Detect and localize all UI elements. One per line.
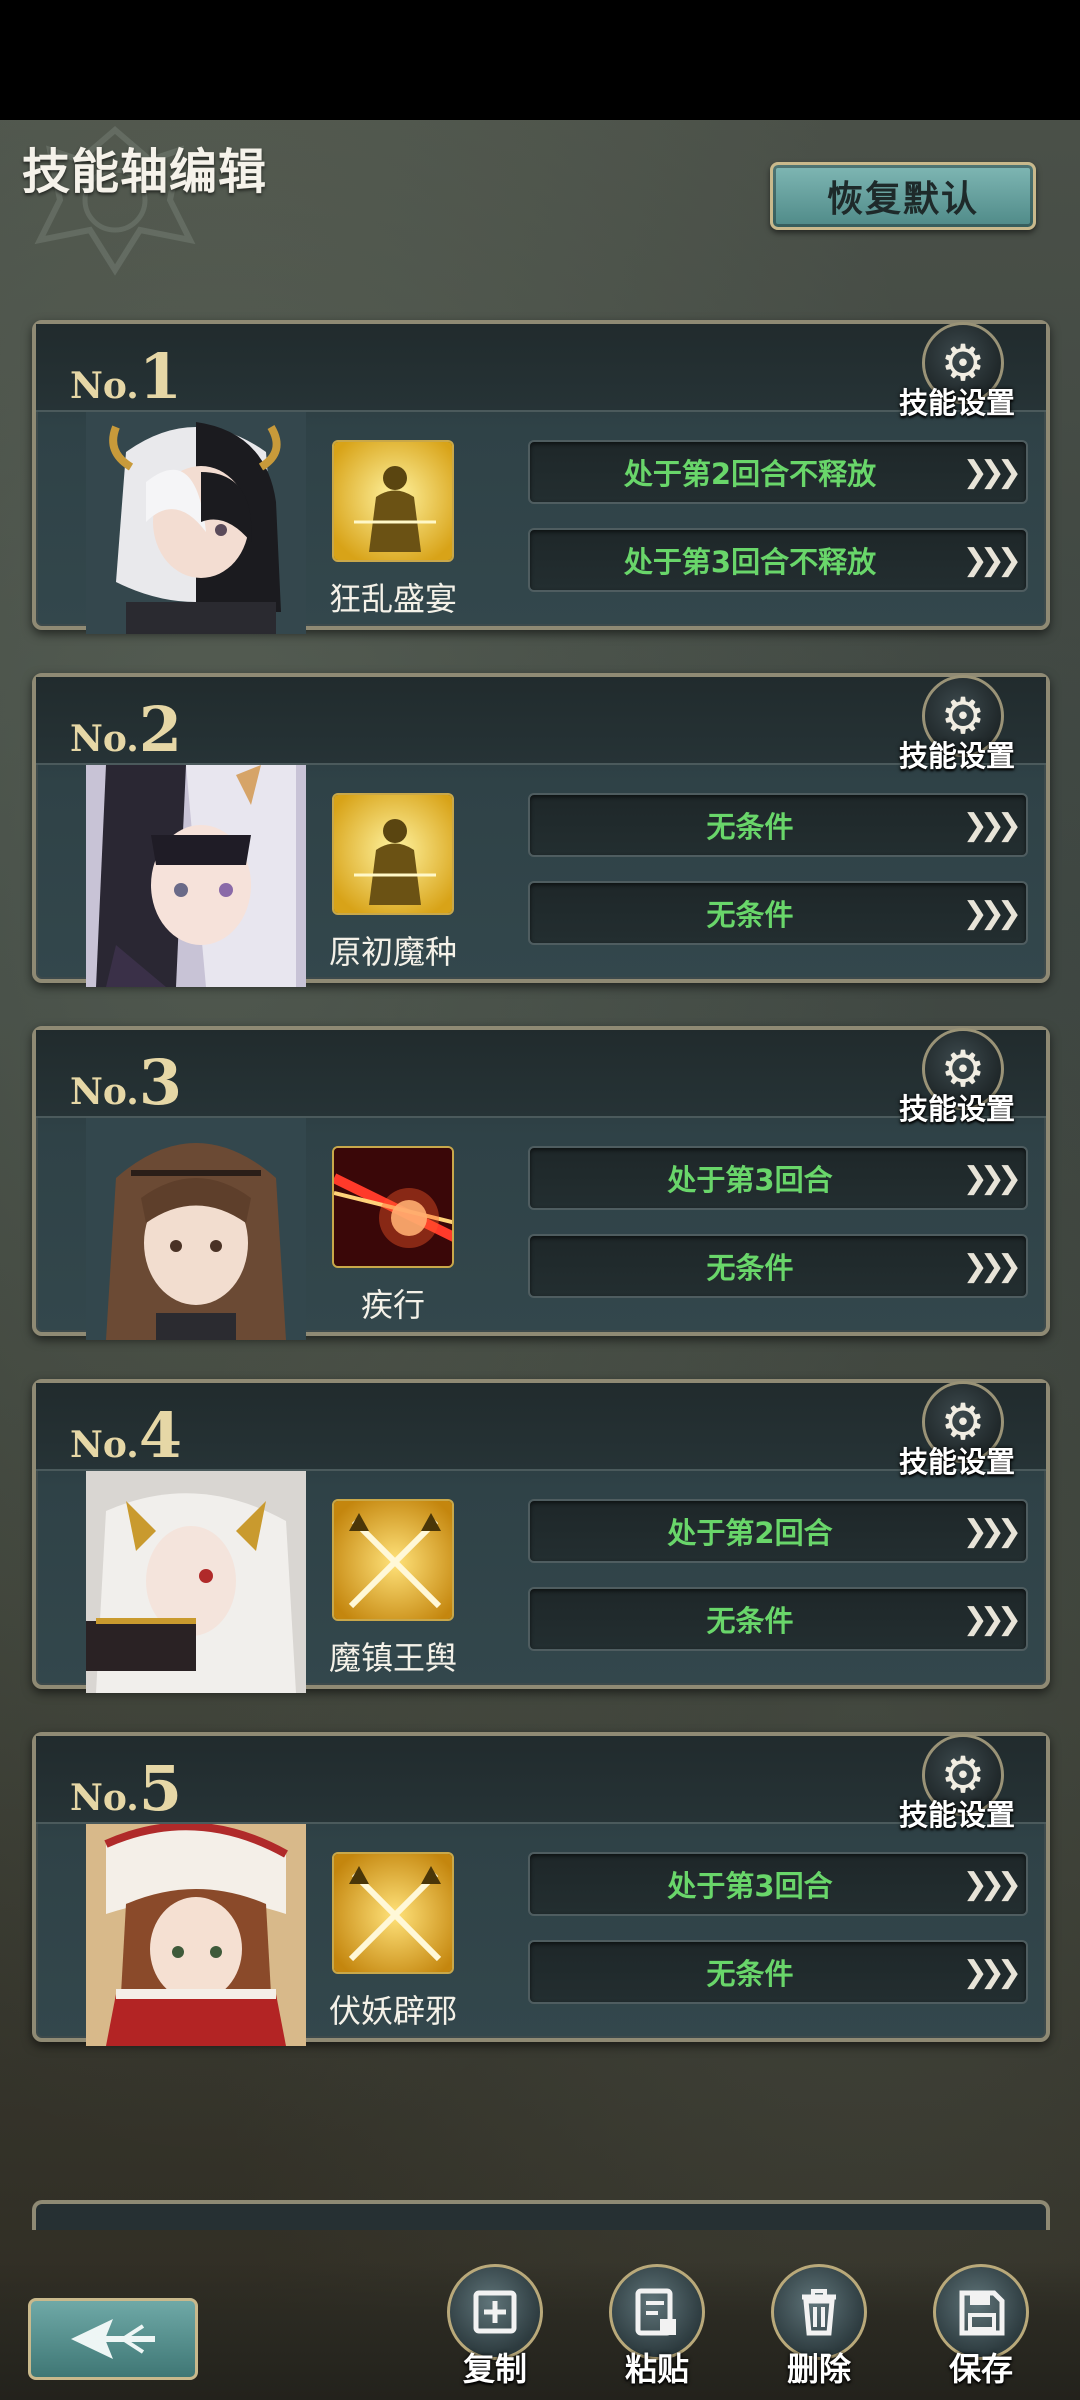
skill-card-4: No.4 ⚙ 技能设置 魔镇王舆 处于第2回合 ❯❯❯ 无条件 ❯❯❯ bbox=[32, 1379, 1050, 1693]
delete-button[interactable]: 删除 bbox=[767, 2264, 871, 2400]
next-card-peek bbox=[32, 2200, 1050, 2230]
skill-settings-label[interactable]: 技能设置 bbox=[892, 380, 1022, 422]
triple-chevron-icon: ❯❯❯ bbox=[962, 1866, 1022, 1902]
skill-card-3: No.3 ⚙ 技能设置 疾行 处于第3回合 ❯❯❯ 无条件 ❯❯❯ bbox=[32, 1026, 1050, 1340]
triple-chevron-icon: ❯❯❯ bbox=[962, 1248, 1022, 1284]
skill-settings-label[interactable]: 技能设置 bbox=[892, 1439, 1022, 1481]
back-button[interactable] bbox=[28, 2298, 198, 2380]
save-disk-icon bbox=[959, 2290, 1005, 2336]
delete-label: 删除 bbox=[786, 2350, 851, 2388]
condition-1-button[interactable]: 处于第3回合 ❯❯❯ bbox=[528, 1146, 1028, 1210]
restore-default-button[interactable]: 恢复默认 bbox=[770, 162, 1036, 230]
triple-chevron-icon: ❯❯❯ bbox=[962, 454, 1022, 490]
page-title: 技能轴编辑 bbox=[22, 144, 268, 200]
card-number: No.2 bbox=[70, 693, 182, 766]
triple-chevron-icon: ❯❯❯ bbox=[962, 895, 1022, 931]
skill-name: 狂乱盛宴 bbox=[328, 580, 457, 618]
skill-axis-editor-screen: 技能轴编辑 恢复默认 No.1 ⚙ 技能设置 狂乱盛宴 处于第2回合不释放 ❯❯… bbox=[0, 120, 1080, 2400]
condition-1-button[interactable]: 处于第2回合 ❯❯❯ bbox=[528, 1499, 1028, 1563]
paste-label: 粘贴 bbox=[624, 2350, 689, 2388]
card-number: No.5 bbox=[70, 1752, 182, 1825]
trash-icon bbox=[802, 2289, 836, 2336]
skill-name: 疾行 bbox=[360, 1286, 425, 1324]
skill-name: 伏妖辟邪 bbox=[328, 1992, 457, 2030]
triple-chevron-icon: ❯❯❯ bbox=[962, 542, 1022, 578]
paste-button[interactable]: 粘贴 bbox=[605, 2264, 709, 2400]
character-portrait[interactable] bbox=[86, 1824, 306, 2046]
condition-2-button[interactable]: 无条件 ❯❯❯ bbox=[528, 881, 1028, 945]
copy-button[interactable]: 复制 bbox=[443, 2264, 547, 2400]
condition-2-button[interactable]: 无条件 ❯❯❯ bbox=[528, 1940, 1028, 2004]
crossed-swords-icon[interactable] bbox=[332, 1852, 454, 1974]
skill-card-2: No.2 ⚙ 技能设置 原初魔种 无条件 ❯❯❯ 无条件 ❯❯❯ bbox=[32, 673, 1050, 987]
golden-warrior-icon[interactable] bbox=[332, 793, 454, 915]
skill-name: 原初魔种 bbox=[328, 933, 457, 971]
character-portrait[interactable] bbox=[86, 765, 306, 987]
status-bar bbox=[0, 0, 1080, 120]
back-arrow-icon bbox=[71, 2319, 155, 2359]
save-label: 保存 bbox=[948, 2350, 1013, 2388]
triple-chevron-icon: ❯❯❯ bbox=[962, 1513, 1022, 1549]
golden-warrior-icon[interactable] bbox=[332, 440, 454, 562]
skill-settings-label[interactable]: 技能设置 bbox=[892, 733, 1022, 775]
card-number: No.3 bbox=[70, 1046, 182, 1119]
skill-card-1: No.1 ⚙ 技能设置 狂乱盛宴 处于第2回合不释放 ❯❯❯ 处于第3回合不释放… bbox=[32, 320, 1050, 634]
triple-chevron-icon: ❯❯❯ bbox=[962, 1954, 1022, 1990]
red-slash-icon[interactable] bbox=[332, 1146, 454, 1268]
skill-settings-label[interactable]: 技能设置 bbox=[892, 1086, 1022, 1128]
triple-chevron-icon: ❯❯❯ bbox=[962, 1160, 1022, 1196]
condition-2-button[interactable]: 处于第3回合不释放 ❯❯❯ bbox=[528, 528, 1028, 592]
condition-1-button[interactable]: 处于第2回合不释放 ❯❯❯ bbox=[528, 440, 1028, 504]
skill-card-5: No.5 ⚙ 技能设置 伏妖辟邪 处于第3回合 ❯❯❯ 无条件 ❯❯❯ bbox=[32, 1732, 1050, 2046]
condition-1-button[interactable]: 无条件 ❯❯❯ bbox=[528, 793, 1028, 857]
copy-label: 复制 bbox=[462, 2350, 527, 2388]
crossed-swords-icon[interactable] bbox=[332, 1499, 454, 1621]
character-portrait[interactable] bbox=[86, 1118, 306, 1340]
condition-2-button[interactable]: 无条件 ❯❯❯ bbox=[528, 1587, 1028, 1651]
triple-chevron-icon: ❯❯❯ bbox=[962, 807, 1022, 843]
paste-icon bbox=[635, 2288, 676, 2336]
save-button[interactable]: 保存 bbox=[929, 2264, 1033, 2400]
condition-1-button[interactable]: 处于第3回合 ❯❯❯ bbox=[528, 1852, 1028, 1916]
character-portrait[interactable] bbox=[86, 412, 306, 634]
copy-icon bbox=[473, 2290, 517, 2334]
character-portrait[interactable] bbox=[86, 1471, 306, 1693]
condition-2-button[interactable]: 无条件 ❯❯❯ bbox=[528, 1234, 1028, 1298]
skill-name: 魔镇王舆 bbox=[328, 1639, 457, 1677]
card-number: No.4 bbox=[70, 1399, 182, 1472]
triple-chevron-icon: ❯❯❯ bbox=[962, 1601, 1022, 1637]
skill-settings-label[interactable]: 技能设置 bbox=[892, 1792, 1022, 1834]
card-number: No.1 bbox=[70, 340, 182, 413]
